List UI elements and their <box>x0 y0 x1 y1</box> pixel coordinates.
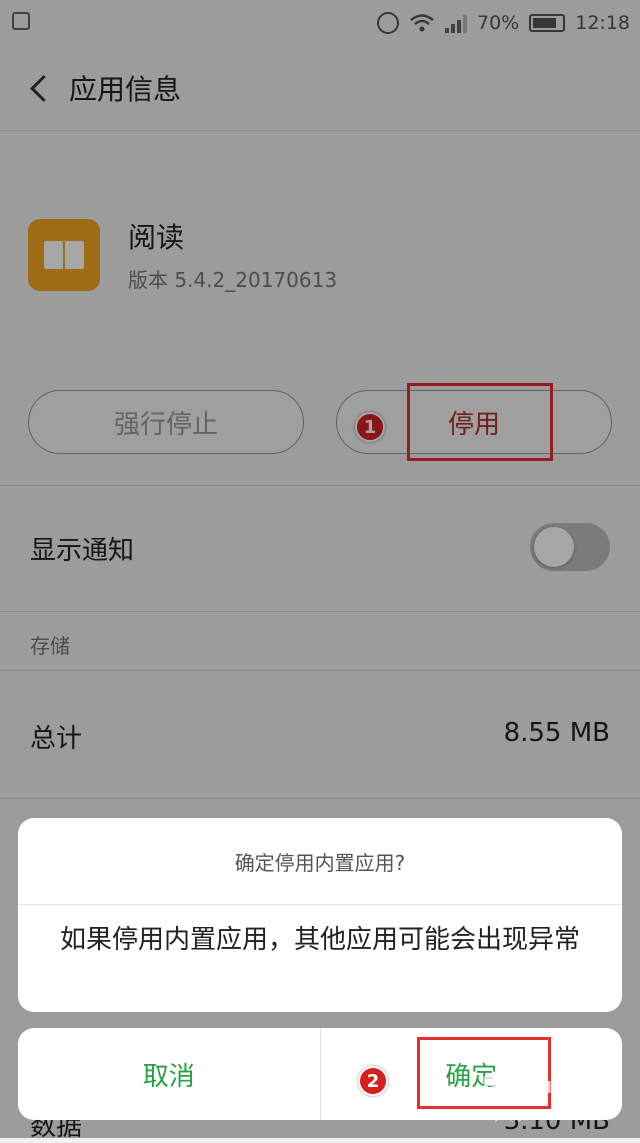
confirm-dialog: 确定停用内置应用? 如果停用内置应用，其他应用可能会出现异常 <box>18 818 622 1012</box>
dialog-title: 确定停用内置应用? <box>18 818 622 905</box>
step-marker-2: 2 <box>358 1066 388 1096</box>
baidu-watermark: Baidu 经验 <box>481 1074 604 1099</box>
cancel-button[interactable]: 取消 <box>18 1028 320 1120</box>
dialog-message: 如果停用内置应用，其他应用可能会出现异常 <box>59 925 580 955</box>
baidu-watermark-url: jingyan.baidu.com <box>495 1108 606 1122</box>
